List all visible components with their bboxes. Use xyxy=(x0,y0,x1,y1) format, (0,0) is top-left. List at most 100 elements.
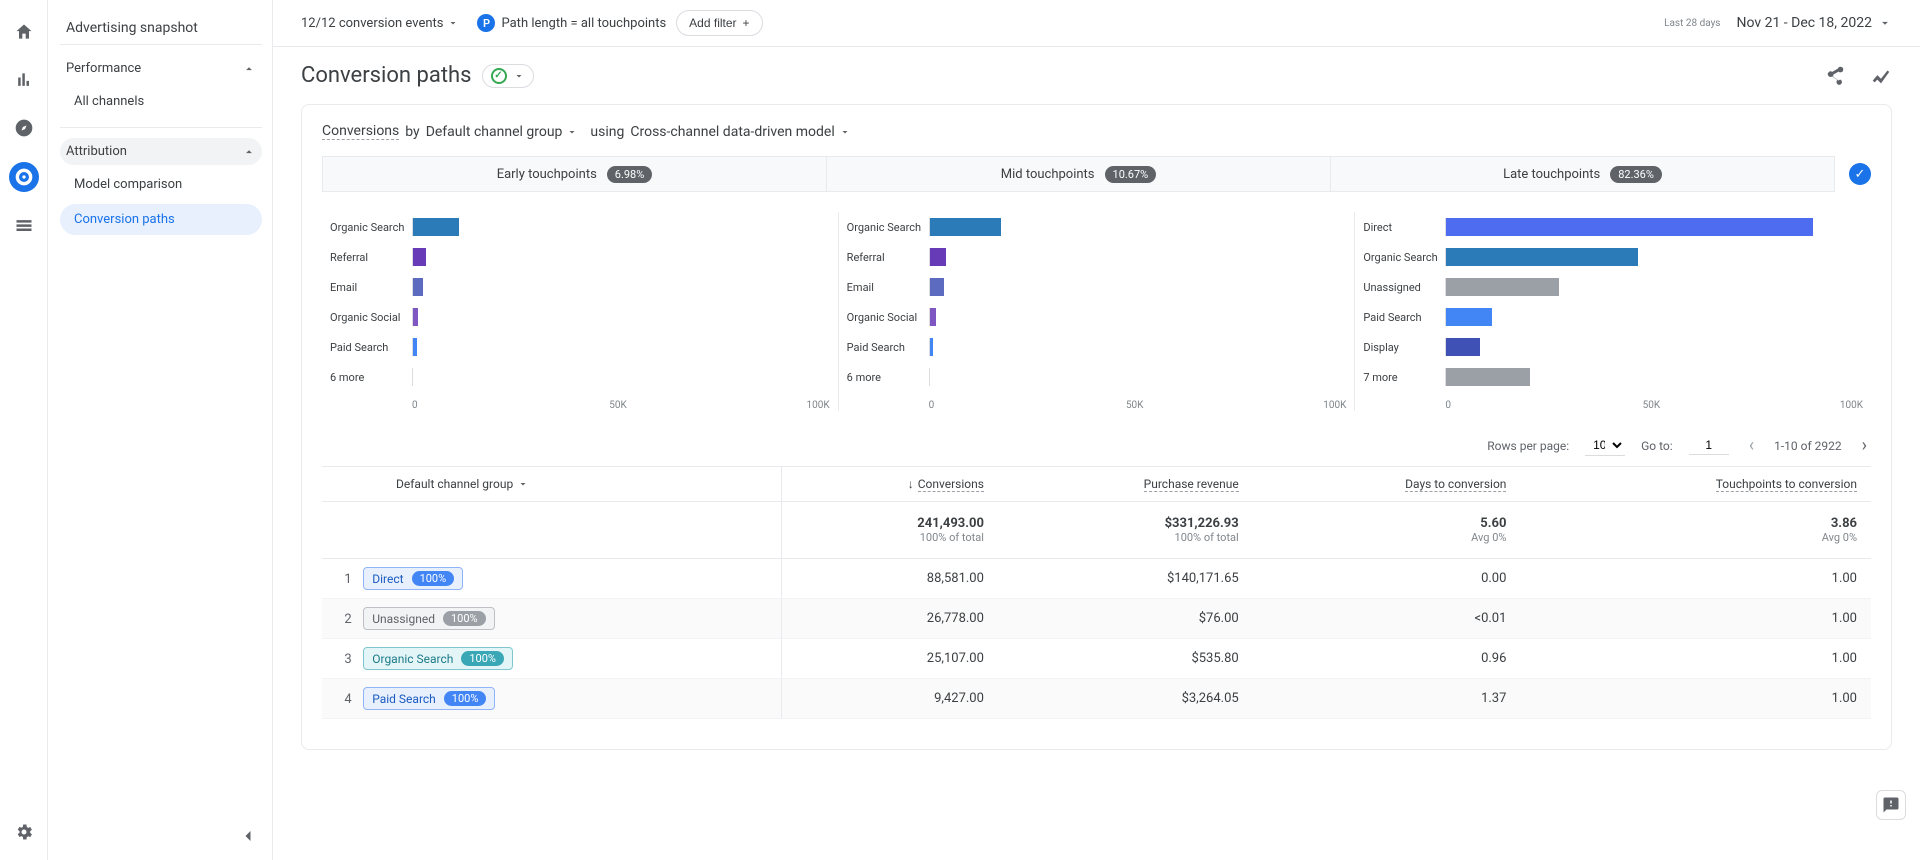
cell-conv: 9,427.00 xyxy=(781,679,998,719)
bar-track xyxy=(412,248,830,266)
conversion-events-dropdown[interactable]: 12/12 conversion events xyxy=(301,16,459,31)
apply-check-icon[interactable]: ✓ xyxy=(1849,163,1871,185)
bar-label: Email xyxy=(330,281,412,294)
date-range-picker[interactable]: Nov 21 - Dec 18, 2022 xyxy=(1736,15,1892,31)
table-row[interactable]: 3 Organic Search 100%25,107.00$535.800.9… xyxy=(322,639,1871,679)
channel-chip: Paid Search 100% xyxy=(363,687,495,710)
reports-icon[interactable] xyxy=(10,66,38,94)
bar[interactable] xyxy=(930,278,945,296)
bar[interactable] xyxy=(413,338,417,356)
cell-tp: 1.00 xyxy=(1520,559,1871,599)
col-label: Conversions xyxy=(918,477,984,492)
col-revenue[interactable]: Purchase revenue xyxy=(998,467,1253,502)
cell-days: 1.37 xyxy=(1253,679,1521,719)
chevron-left-icon xyxy=(238,826,258,846)
bar[interactable] xyxy=(1446,308,1492,326)
bar[interactable] xyxy=(413,308,418,326)
tab-late-touchpoints[interactable]: Late touchpoints 82.36% xyxy=(1330,156,1835,192)
cell-tp: 1.00 xyxy=(1520,599,1871,639)
bar[interactable] xyxy=(1446,338,1479,356)
conversion-paths-table: Default channel group ↓Conversions Purch… xyxy=(322,466,1871,719)
rows-per-page-select[interactable]: 10 xyxy=(1585,435,1625,456)
bar[interactable] xyxy=(930,338,933,356)
cell-conv: 88,581.00 xyxy=(781,559,998,599)
configure-icon[interactable] xyxy=(10,212,38,240)
nav-head-label: Performance xyxy=(66,61,141,76)
path-length-filter[interactable]: P Path length = all touchpoints xyxy=(477,14,666,32)
explore-icon[interactable] xyxy=(10,114,38,142)
bar-track xyxy=(929,218,1347,236)
tab-mid-touchpoints[interactable]: Mid touchpoints 10.67% xyxy=(826,156,1331,192)
axis-tick: 50K xyxy=(1126,400,1323,411)
bar[interactable] xyxy=(413,218,459,236)
conversions-label[interactable]: Conversions xyxy=(322,123,399,140)
prev-page-button[interactable]: ‹ xyxy=(1745,435,1758,456)
bar-label: Organic Search xyxy=(847,221,929,234)
attribution-model-dropdown[interactable]: Cross-channel data-driven model xyxy=(630,124,850,140)
totals-days: 5.60 xyxy=(1480,516,1506,531)
cell-days: 0.00 xyxy=(1253,559,1521,599)
col-conversions[interactable]: ↓Conversions xyxy=(781,467,998,502)
bar[interactable] xyxy=(1446,278,1559,296)
share-icon[interactable] xyxy=(1824,65,1846,87)
bar-track xyxy=(412,308,830,326)
chevron-up-icon xyxy=(242,62,256,76)
bar[interactable] xyxy=(1446,248,1638,266)
chevron-down-icon xyxy=(447,17,459,29)
next-page-button[interactable]: › xyxy=(1858,435,1871,456)
nav-title[interactable]: Advertising snapshot xyxy=(60,12,262,45)
touchpoint-tabs: Early touchpoints 6.98% Mid touchpoints … xyxy=(322,156,1871,192)
page-header: Conversion paths xyxy=(273,47,1920,104)
row-number: 4 xyxy=(336,692,360,707)
bar[interactable] xyxy=(930,308,937,326)
col-days[interactable]: Days to conversion xyxy=(1253,467,1521,502)
col-channel-group[interactable]: Default channel group xyxy=(322,467,781,502)
bar-track xyxy=(1445,338,1863,356)
collapse-sidenav-button[interactable] xyxy=(236,824,260,848)
conversion-paths-card: Conversions by Default channel group usi… xyxy=(301,104,1892,750)
bar[interactable] xyxy=(930,248,946,266)
date-range-text: Nov 21 - Dec 18, 2022 xyxy=(1736,15,1872,31)
bar[interactable] xyxy=(1446,218,1813,236)
bar[interactable] xyxy=(930,218,1001,236)
feedback-button[interactable] xyxy=(1876,790,1906,820)
channel-chip: Direct 100% xyxy=(363,567,463,590)
bar-track xyxy=(929,308,1347,326)
chip-pct: 100% xyxy=(443,611,486,626)
bar-track xyxy=(412,218,830,236)
totals-row: 241,493.00100% of total $331,226.93100% … xyxy=(322,502,1871,559)
channel-group-dropdown[interactable]: Default channel group xyxy=(426,124,579,140)
insights-icon[interactable] xyxy=(1870,65,1892,87)
col-touchpoints[interactable]: Touchpoints to conversion xyxy=(1520,467,1871,502)
cell-rev: $3,264.05 xyxy=(998,679,1253,719)
bar-track xyxy=(1445,308,1863,326)
home-icon[interactable] xyxy=(10,18,38,46)
nav-section-performance[interactable]: Performance xyxy=(60,55,262,82)
settings-icon[interactable] xyxy=(10,818,38,846)
status-pill[interactable] xyxy=(482,64,534,88)
col-label: Purchase revenue xyxy=(1144,477,1239,492)
nav-item-model-comparison[interactable]: Model comparison xyxy=(60,169,262,200)
table-row[interactable]: 4 Paid Search 100%9,427.00$3,264.051.371… xyxy=(322,679,1871,719)
goto-input[interactable] xyxy=(1689,436,1729,455)
table-row[interactable]: 2 Unassigned 100%26,778.00$76.00<0.011.0… xyxy=(322,599,1871,639)
check-icon xyxy=(491,68,507,84)
bar[interactable] xyxy=(413,248,426,266)
nav-item-all-channels[interactable]: All channels xyxy=(60,86,262,117)
add-filter-button[interactable]: Add filter + xyxy=(676,10,762,36)
bar-row: Referral xyxy=(847,242,1347,272)
chevron-down-icon xyxy=(839,126,851,138)
axis-tick: 100K xyxy=(807,400,830,411)
channel-group-label: Default channel group xyxy=(426,124,563,140)
bar-label: Referral xyxy=(330,251,412,264)
chart-column: Organic SearchReferralEmailOrganic Socia… xyxy=(839,212,1356,411)
nav-item-conversion-paths[interactable]: Conversion paths xyxy=(60,204,262,235)
nav-section-attribution[interactable]: Attribution xyxy=(60,138,262,165)
bar[interactable] xyxy=(413,278,423,296)
advertising-icon[interactable] xyxy=(9,162,39,192)
bar-label: Unassigned xyxy=(1363,281,1445,294)
bar[interactable] xyxy=(1446,368,1529,386)
table-row[interactable]: 1 Direct 100%88,581.00$140,171.650.001.0… xyxy=(322,559,1871,599)
x-axis: 050K100K xyxy=(1363,400,1863,411)
tab-early-touchpoints[interactable]: Early touchpoints 6.98% xyxy=(322,156,827,192)
